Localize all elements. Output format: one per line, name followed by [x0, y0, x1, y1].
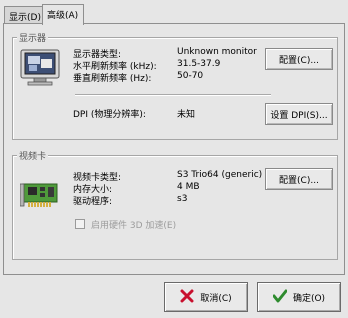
- monitor-separator: [75, 94, 271, 96]
- driver-label: 驱动程序:: [73, 197, 113, 207]
- driver-value: s3: [177, 194, 188, 204]
- hw3d-checkbox[interactable]: [75, 219, 85, 229]
- video-card-icon: [20, 183, 58, 207]
- hsync-value: 31.5-37.9: [177, 59, 221, 69]
- cancel-button[interactable]: 取消(C): [164, 282, 248, 312]
- tab-advanced[interactable]: 高级(A): [42, 4, 84, 25]
- tab-panel-advanced: 显示器 显示器类型: Unknown monitor 水平刷新频率 (kHz):…: [3, 23, 345, 275]
- monitor-type-value: Unknown monitor: [177, 47, 257, 57]
- cancel-label: 取消(C): [200, 293, 232, 304]
- monitor-icon: [20, 49, 60, 86]
- tab-display[interactable]: 显示(D): [4, 6, 43, 24]
- monitor-group-title: 显示器: [17, 31, 49, 44]
- monitor-group: 显示器 显示器类型: Unknown monitor 水平刷新频率 (kHz):…: [12, 31, 338, 140]
- memory-value: 4 MB: [177, 182, 200, 192]
- monitor-configure-button[interactable]: 配置(C)...: [265, 48, 333, 70]
- set-dpi-button[interactable]: 设置 DPI(S)...: [265, 103, 333, 125]
- video-type-value: S3 Trio64 (generic): [177, 170, 263, 180]
- video-card-group-title: 视频卡: [17, 149, 49, 162]
- tab-advanced-label: 高级(A): [47, 11, 79, 21]
- hw3d-checkbox-label: 启用硬件 3D 加速(E): [91, 221, 177, 231]
- video-card-group: 视频卡 视频卡类型: S3 Trio64 (generic) 内存大小: 4 M…: [12, 149, 338, 260]
- vsync-value: 50-70: [177, 71, 204, 81]
- dpi-label: DPI (物理分辨率):: [73, 110, 146, 120]
- ok-label: 确定(O): [292, 293, 326, 304]
- tab-display-label: 显示(D): [9, 13, 41, 23]
- vsync-label: 垂直刷新频率 (Hz):: [73, 74, 152, 84]
- ok-button[interactable]: 确定(O): [257, 282, 341, 312]
- dpi-value: 未知: [177, 110, 196, 120]
- video-configure-button[interactable]: 配置(C)...: [265, 168, 333, 190]
- check-icon: [272, 289, 288, 306]
- x-icon: [180, 289, 194, 306]
